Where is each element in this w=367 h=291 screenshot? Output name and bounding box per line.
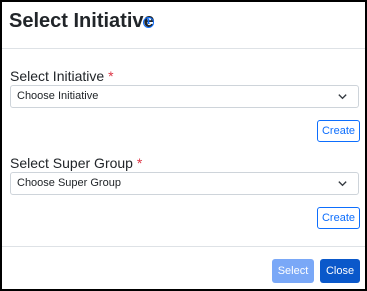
- super-group-select-value: Choose Super Group: [17, 177, 121, 189]
- super-group-label-text: Select Super Group: [10, 155, 133, 171]
- select-button[interactable]: Select: [272, 259, 314, 283]
- dialog-header: Select Initiative i: [2, 2, 365, 49]
- required-mark: *: [108, 68, 114, 84]
- super-group-label: Select Super Group *: [10, 155, 142, 171]
- super-group-select[interactable]: Choose Super Group: [10, 172, 359, 195]
- dialog-footer: [2, 246, 365, 247]
- required-mark: *: [136, 155, 143, 171]
- close-button[interactable]: Close: [320, 259, 360, 283]
- info-icon[interactable]: i: [143, 17, 154, 28]
- chevron-down-icon: [338, 94, 347, 100]
- dialog-title: Select Initiative: [9, 10, 155, 32]
- initiative-select-value: Choose Initiative: [17, 90, 99, 102]
- initiative-label: Select Initiative *: [10, 68, 114, 84]
- create-super-group-button[interactable]: Create: [317, 207, 360, 229]
- initiative-label-text: Select Initiative: [10, 68, 105, 84]
- select-initiative-dialog: Select Initiative i Select Initiative * …: [0, 0, 367, 291]
- create-initiative-button[interactable]: Create: [317, 120, 360, 142]
- initiative-select[interactable]: Choose Initiative: [10, 85, 359, 108]
- chevron-down-icon: [338, 181, 347, 187]
